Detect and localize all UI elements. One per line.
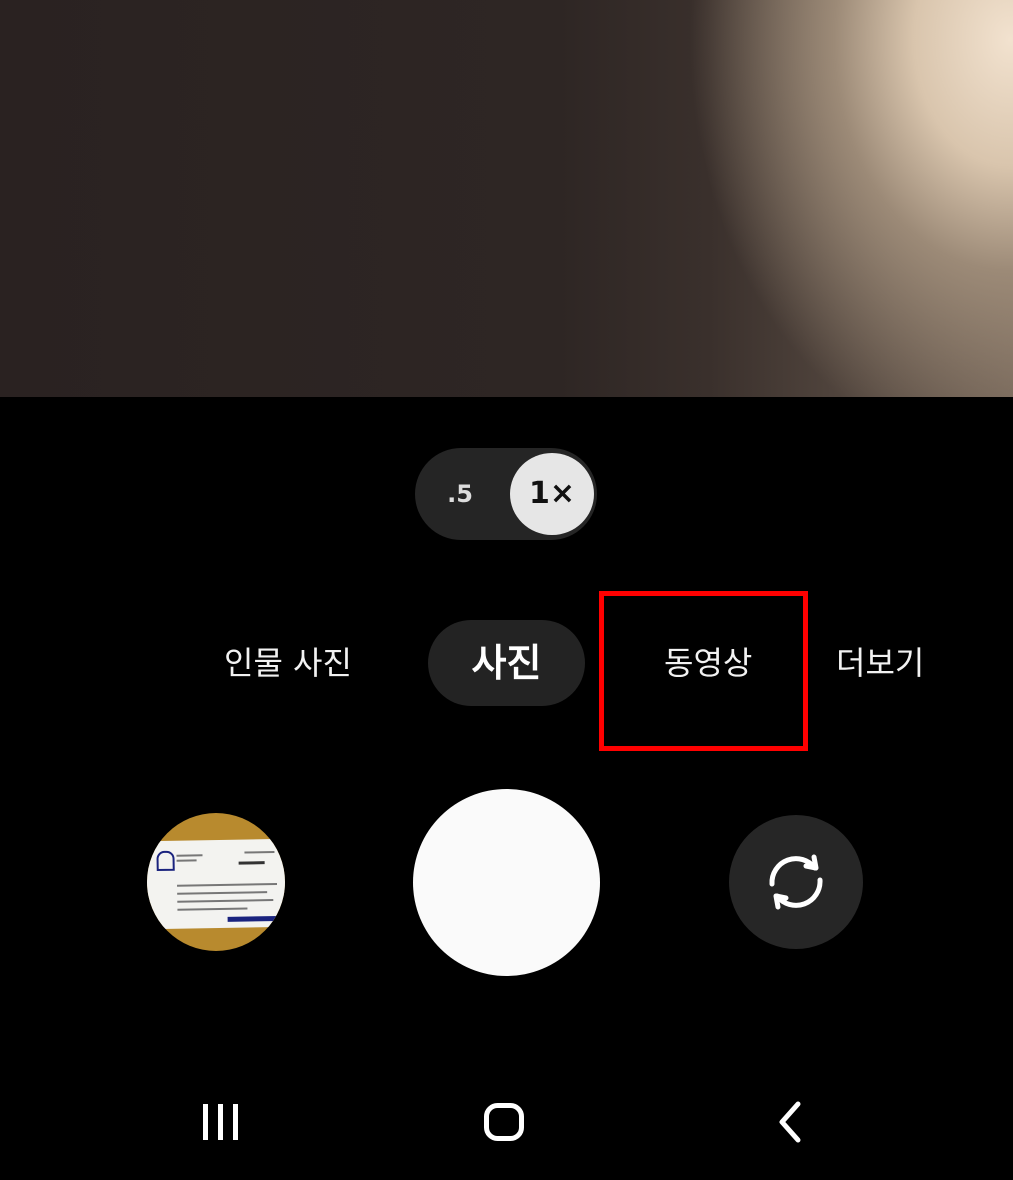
gallery-thumbnail[interactable] bbox=[147, 813, 285, 951]
mode-more[interactable]: 더보기 bbox=[836, 620, 924, 706]
card-text-line bbox=[177, 891, 268, 895]
card-text-line bbox=[177, 907, 248, 911]
back-chevron-icon bbox=[779, 1101, 801, 1143]
mode-portrait[interactable]: 인물 사진 bbox=[224, 620, 352, 706]
mode-photo[interactable]: 사진 bbox=[428, 620, 585, 706]
camera-viewfinder[interactable] bbox=[0, 0, 1013, 397]
business-card-image bbox=[147, 838, 285, 930]
card-text-line bbox=[244, 850, 275, 854]
nav-recent-apps-button[interactable] bbox=[180, 1090, 260, 1156]
card-text-line bbox=[176, 859, 197, 862]
zoom-0-5-button[interactable]: .5 bbox=[435, 448, 485, 540]
card-text-line bbox=[177, 899, 274, 903]
card-text-line bbox=[177, 882, 278, 887]
nav-home-button[interactable] bbox=[464, 1090, 544, 1156]
card-logo-icon bbox=[156, 850, 175, 872]
card-text-line bbox=[176, 854, 203, 857]
rotate-cycle-icon bbox=[769, 854, 823, 910]
mode-video[interactable]: 동영상 bbox=[664, 620, 752, 706]
card-band bbox=[227, 915, 278, 922]
card-text-line bbox=[238, 861, 265, 865]
zoom-toggle: .5 1× bbox=[415, 448, 597, 540]
recent-apps-icon bbox=[203, 1104, 238, 1140]
zoom-1x-button[interactable]: 1× bbox=[510, 453, 594, 535]
switch-camera-button[interactable] bbox=[729, 815, 863, 949]
nav-back-button[interactable] bbox=[750, 1090, 830, 1156]
shutter-button[interactable] bbox=[413, 789, 600, 976]
home-icon bbox=[484, 1103, 524, 1141]
